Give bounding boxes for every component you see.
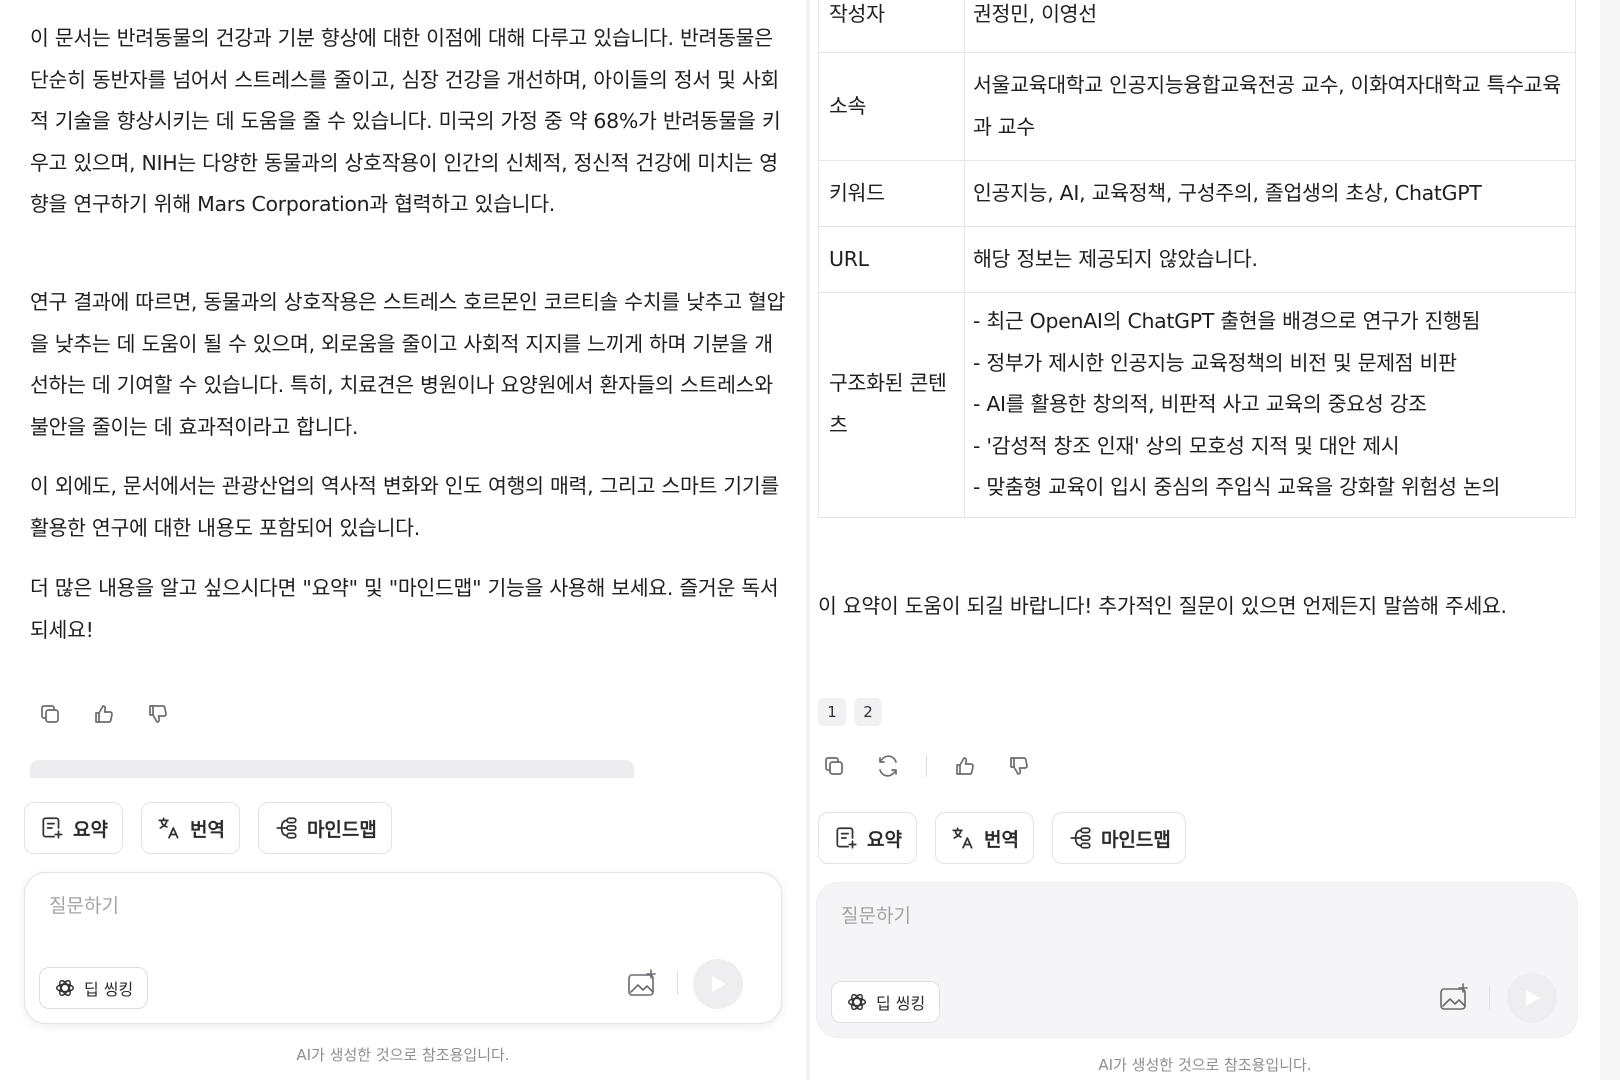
panel-divider [806, 0, 810, 1080]
table-value: 서울교육대학교 인공지능융합교육전공 교수, 이화여자대학교 특수교육과 교수 [964, 52, 1576, 161]
source-pages: 1 2 [818, 698, 882, 726]
table-row: 키워드 인공지능, AI, 교육정책, 구성주의, 졸업생의 초상, ChatG… [818, 160, 1576, 227]
ask-separator [1489, 985, 1490, 1009]
thumbs-up-icon[interactable] [88, 698, 120, 730]
translate-icon [158, 817, 179, 839]
content-bullet: - '감성적 창조 인재' 상의 모호성 지적 및 대안 제시 [973, 433, 1400, 458]
feedback-separator [926, 755, 927, 777]
ask-input[interactable] [49, 895, 609, 917]
thumbs-down-icon[interactable] [142, 698, 174, 730]
ask-separator [677, 971, 678, 995]
summary-label: 요약 [867, 828, 902, 851]
table-row: 작성자 권정민, 이영선 [818, 0, 1576, 53]
copy-icon[interactable] [818, 750, 850, 782]
image-add-icon[interactable] [1437, 981, 1471, 1015]
table-value-list: - 최근 OpenAI의 ChatGPT 출현을 배경으로 연구가 진행됨 - … [964, 292, 1576, 518]
table-key: 소속 [818, 52, 965, 161]
ai-disclaimer: AI가 생성한 것으로 참조용입니다. [296, 1046, 510, 1064]
table-key: 키워드 [818, 160, 965, 227]
translate-button[interactable]: 번역 [934, 812, 1034, 864]
deep-thinking-button[interactable]: 딥 씽킹 [831, 981, 941, 1023]
table-value: 해당 정보는 제공되지 않았습니다. [964, 226, 1576, 293]
quick-actions: 요약 번역 마인드맵 [818, 812, 1186, 864]
summary-button[interactable]: 요약 [24, 802, 123, 854]
response-paragraph: 연구 결과에 따르면, 동물과의 상호작용은 스트레스 호르몬인 코르티솔 수치… [30, 290, 786, 439]
content-bullet: - 정부가 제시한 인공지능 교육정책의 비전 및 문제점 비판 [973, 350, 1457, 375]
thumbs-down-icon[interactable] [1003, 750, 1035, 782]
response-paragraph: 더 많은 내용을 알고 싶으시다면 "요약" 및 "마인드맵" 기능을 사용해 … [30, 576, 779, 642]
send-icon [712, 976, 726, 992]
message-feedback-bar [34, 698, 174, 730]
table-row: 구조화된 콘텐츠 - 최근 OpenAI의 ChatGPT 출현을 배경으로 연… [818, 292, 1576, 518]
table-value: 권정민, 이영선 [964, 0, 1576, 53]
mindmap-label: 마인드맵 [1100, 828, 1171, 851]
mindmap-button[interactable]: 마인드맵 [257, 802, 392, 854]
ask-box: 딥 씽킹 [816, 882, 1578, 1038]
atom-icon [56, 979, 74, 997]
content-bullet: - 맞춤형 교육이 입시 중심의 주입식 교육을 강화할 위험성 논의 [973, 475, 1501, 499]
table-value: 인공지능, AI, 교육정책, 구성주의, 졸업생의 초상, ChatGPT [964, 160, 1576, 227]
table-row: 소속 서울교육대학교 인공지능융합교육전공 교수, 이화여자대학교 특수교육과 … [818, 52, 1576, 161]
deep-thinking-label: 딥 씽킹 [84, 980, 134, 999]
ask-box: 딥 씽킹 [24, 872, 782, 1024]
content-bullet: - 최근 OpenAI의 ChatGPT 출현을 배경으로 연구가 진행됨 [973, 309, 1481, 333]
message-feedback-bar [818, 750, 1035, 782]
right-edge-strip [1600, 0, 1620, 1080]
translate-label: 번역 [983, 828, 1019, 851]
closing-message: 이 요약이 도움이 되길 바랍니다! 추가적인 질문이 있으면 언제든지 말씀해… [818, 594, 1507, 618]
table-row: URL 해당 정보는 제공되지 않았습니다. [818, 226, 1576, 293]
left-chat-panel: 이 문서는 반려동물의 건강과 기분 향상에 대한 이점에 대해 다루고 있습니… [0, 0, 806, 1080]
mindmap-button[interactable]: 마인드맵 [1051, 812, 1186, 864]
table-key: URL [818, 226, 965, 293]
translate-icon [952, 827, 973, 849]
source-page-chip[interactable]: 2 [854, 698, 882, 726]
summary-label: 요약 [73, 818, 108, 841]
translate-label: 번역 [189, 818, 225, 841]
deep-thinking-label: 딥 씽킹 [876, 994, 926, 1013]
scroll-hint-bar [30, 760, 634, 778]
summary-doc-icon [42, 817, 63, 839]
image-add-icon[interactable] [625, 967, 659, 1001]
mindmap-icon [276, 817, 297, 839]
summary-doc-icon [836, 827, 857, 849]
thumbs-up-icon[interactable] [949, 750, 981, 782]
send-button[interactable] [693, 959, 743, 1009]
refresh-icon[interactable] [872, 750, 904, 782]
response-paragraph: 이 문서는 반려동물의 건강과 기분 향상에 대한 이점에 대해 다루고 있습니… [30, 26, 781, 216]
source-page-chip[interactable]: 1 [818, 698, 846, 726]
ask-input[interactable] [841, 905, 1401, 927]
mindmap-icon [1070, 827, 1091, 849]
atom-icon [848, 993, 866, 1011]
summary-button[interactable]: 요약 [818, 812, 917, 864]
deep-thinking-button[interactable]: 딥 씽킹 [39, 967, 149, 1009]
copy-icon[interactable] [34, 698, 66, 730]
send-button[interactable] [1507, 973, 1557, 1023]
mindmap-label: 마인드맵 [306, 818, 377, 841]
table-key: 작성자 [818, 0, 965, 53]
document-info-table: 작성자 권정민, 이영선 소속 서울교육대학교 인공지능융합교육전공 교수, 이… [818, 0, 1576, 518]
quick-actions: 요약 번역 마인드맵 [24, 802, 392, 854]
ai-disclaimer: AI가 생성한 것으로 참조용입니다. [1098, 1056, 1312, 1074]
response-paragraph: 이 외에도, 문서에서는 관광산업의 역사적 변화와 인도 여행의 매력, 그리… [30, 474, 779, 540]
content-bullet: - AI를 활용한 창의적, 비판적 사고 교육의 중요성 강조 [973, 392, 1427, 416]
table-key: 구조화된 콘텐츠 [818, 292, 965, 518]
translate-button[interactable]: 번역 [140, 802, 240, 854]
send-icon [1526, 990, 1540, 1006]
